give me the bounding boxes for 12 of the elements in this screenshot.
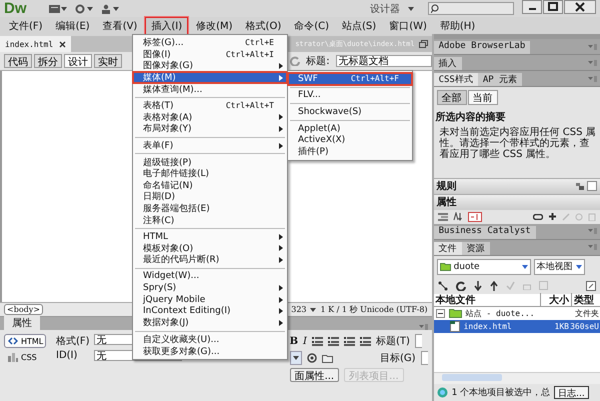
field-label: 标题(T) [376,334,410,348]
summary-text: 未对当前选定内容应用任何 CSS 属性。请选择一个带样式的元素，查看应用了哪些 CSS 属性。 [438,127,597,160]
app-logo: Dw [4,0,26,17]
field-label: ID(I) [56,350,78,361]
section-title: 规则 [436,180,457,193]
section-title: 属性 [436,196,457,209]
field-label: 格式(F) [56,334,90,348]
document-info: 1 K / 1 秒 Unicode (UTF-8) [320,304,428,315]
field-label: 目标(G) [380,352,416,365]
title-label: 标题: [306,54,330,68]
section-title: 所选内容的摘要 [436,110,507,124]
status-text: 1 个本地项目被选中，总 [452,386,550,399]
